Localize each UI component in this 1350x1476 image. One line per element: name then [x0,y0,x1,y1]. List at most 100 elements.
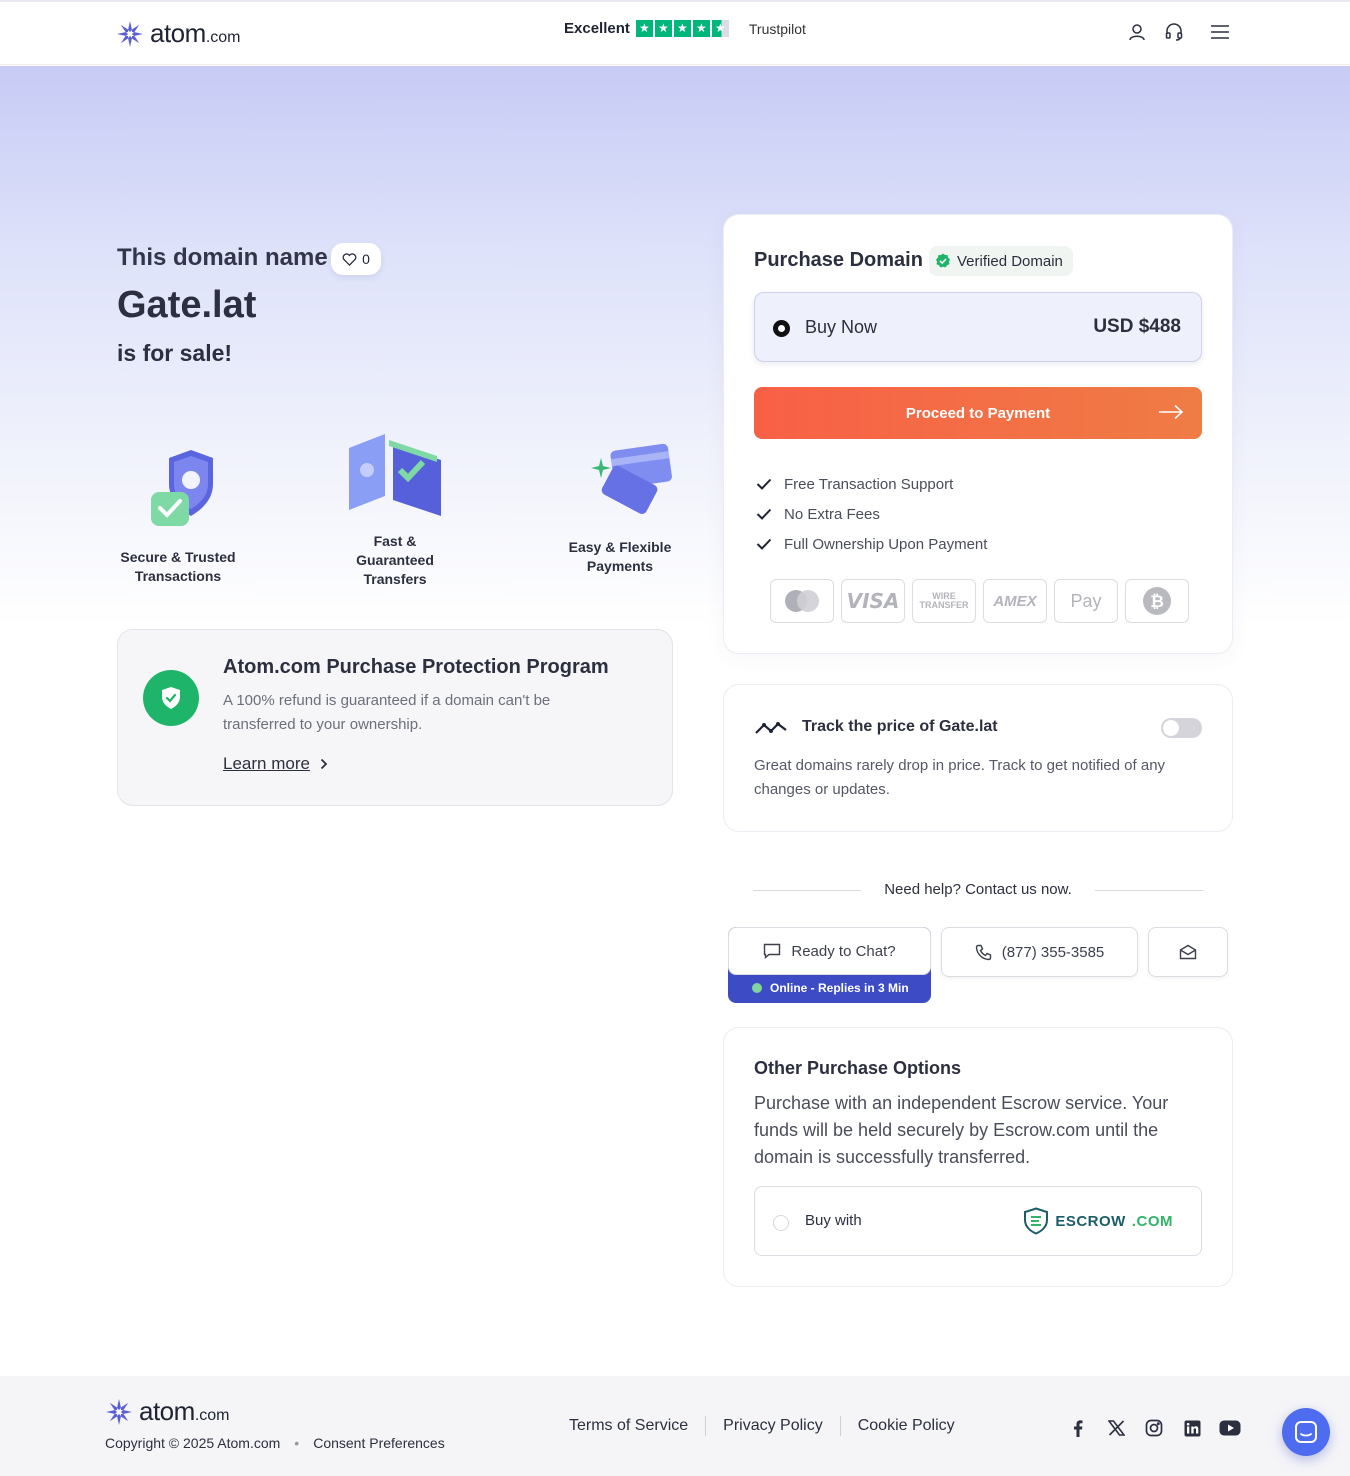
help-divider: Need help? Contact us now. [753,879,1203,901]
checkmark-icon [756,508,772,520]
checkmark-icon [756,538,772,550]
feature-secure: Secure & Trusted Transactions [117,444,239,586]
cookie-link[interactable]: Cookie Policy [858,1417,955,1435]
checkmark-icon [756,478,772,490]
benefit-item: Free Transaction Support [756,469,987,499]
protection-title: Atom.com Purchase Protection Program [223,656,609,678]
footer-atom-logo[interactable]: atom.com [105,1396,229,1427]
feature-label: Easy & Flexible Payments [568,539,672,574]
radio-selected[interactable] [773,320,790,337]
phone-icon [975,944,991,960]
transfer-illustration [349,434,441,516]
proceed-to-payment-button[interactable]: Proceed to Payment [754,387,1202,439]
svg-text:₿: ₿ [1150,592,1164,612]
chat-widget: Ready to Chat? Online - Replies in 3 Min [728,927,931,1003]
for-sale-text: is for sale! [117,340,233,366]
star-half-icon: ★ [711,20,729,37]
logo-wordmark: atom.com [150,18,241,48]
benefit-item: Full Ownership Upon Payment [756,529,987,559]
menu-icon[interactable] [1210,24,1230,40]
trustpilot-rating[interactable]: Excellent ★ ★ ★ ★ ★ Trustpilot [564,20,806,37]
like-count: 0 [362,251,370,267]
mastercard-icon [770,579,834,623]
star-icon: ★ [635,20,653,37]
purchase-protection-card: Atom.com Purchase Protection Program A 1… [117,629,673,806]
consent-preferences-link[interactable]: Consent Preferences [313,1435,445,1451]
star-icon: ★ [654,20,672,37]
domain-name: Gate.lat [117,284,257,326]
radio-unselected[interactable] [773,1215,789,1231]
logo-wordmark: atom.com [139,1396,230,1426]
phone-button[interactable]: (877) 355-3585 [941,927,1138,977]
trend-line-icon [755,722,787,734]
escrow-logo: ESCROW .COM [1023,1207,1173,1235]
link-separator [705,1416,707,1436]
verified-check-icon [936,253,950,268]
chat-launcher-button[interactable] [1282,1408,1330,1456]
escrow-suffix: .COM [1131,1212,1173,1230]
site-header: atom.com Excellent ★ ★ ★ ★ ★ Trustpilot [0,0,1350,65]
facebook-icon[interactable] [1067,1417,1089,1439]
escrow-option[interactable]: Buy with ESCROW .COM [754,1186,1202,1256]
purchase-domain-card: Purchase Domain Verified Domain Buy Now … [723,214,1233,654]
atom-logo[interactable]: atom.com [116,18,240,49]
mail-icon [1179,944,1197,960]
payment-methods: VISA WIRE TRANSFER AMEX Pay ₿ [770,579,1189,623]
other-options-title: Other Purchase Options [754,1058,962,1078]
star-icon: ★ [692,20,710,37]
verified-label: Verified Domain [957,252,1063,270]
learn-more-label: Learn more [223,754,310,773]
shield-check-icon [143,670,199,726]
benefit-item: No Extra Fees [756,499,987,529]
separator-dot: • [294,1435,300,1451]
benefit-label: Full Ownership Upon Payment [784,535,988,553]
linkedin-icon[interactable] [1181,1417,1203,1439]
atom-logo-icon [117,20,143,47]
headset-icon[interactable] [1164,22,1184,42]
price-tracker-card: Track the price of Gate.lat Great domain… [723,684,1233,832]
feature-payments: Easy & Flexible Payments [560,442,680,576]
x-icon[interactable] [1105,1417,1127,1439]
track-title: Track the price of Gate.lat [802,718,998,735]
heart-icon [342,252,357,266]
payment-cards-illustration [591,443,672,514]
divider-line [1095,890,1203,891]
privacy-link[interactable]: Privacy Policy [723,1417,823,1435]
chat-bubble-icon [764,943,781,959]
benefit-label: Free Transaction Support [784,475,954,493]
terms-link[interactable]: Terms of Service [569,1417,688,1435]
star-icon: ★ [673,20,691,37]
copyright-row: Copyright © 2025 Atom.com • Consent Pref… [105,1435,445,1451]
chat-button[interactable]: Ready to Chat? [728,927,931,975]
benefits-list: Free Transaction Support No Extra Fees F… [756,469,987,559]
amex-icon: AMEX [983,579,1047,623]
buy-now-option[interactable]: Buy Now USD $488 [754,292,1202,362]
escrow-brand: ESCROW [1055,1212,1126,1230]
atom-logo-icon [106,1398,132,1425]
header-actions [1128,22,1230,42]
trustpilot-label: Excellent [564,20,630,37]
chat-label: Ready to Chat? [791,942,896,960]
wire-transfer-icon: WIRE TRANSFER [912,579,976,623]
online-dot-icon [752,983,762,993]
proceed-label: Proceed to Payment [905,404,1051,422]
feature-label: Secure & Trusted Transactions [120,549,236,584]
track-description: Great domains rarely drop in price. Trac… [754,757,1166,798]
online-status: Online - Replies in 3 Min [752,981,909,995]
learn-more-link[interactable]: Learn more [223,754,328,774]
copyright-text: Copyright © 2025 Atom.com [105,1435,281,1451]
secure-shield-illustration [151,450,213,526]
feature-label: Fast & Guaranteed Transfers [356,533,434,587]
footer-links: Terms of Service Privacy Policy Cookie P… [569,1416,955,1436]
domain-intro: This domain name [117,244,328,271]
apple-pay-icon: Pay [1054,579,1118,623]
like-button[interactable]: 0 [331,243,381,275]
track-price-toggle[interactable] [1161,718,1202,738]
instagram-icon[interactable] [1143,1417,1165,1439]
protection-description: A 100% refund is guaranteed if a domain … [223,692,551,733]
benefit-label: No Extra Fees [784,505,880,523]
email-button[interactable] [1148,927,1228,977]
user-icon[interactable] [1128,23,1146,41]
youtube-icon[interactable] [1219,1417,1241,1439]
arrow-right-icon [1159,404,1184,420]
